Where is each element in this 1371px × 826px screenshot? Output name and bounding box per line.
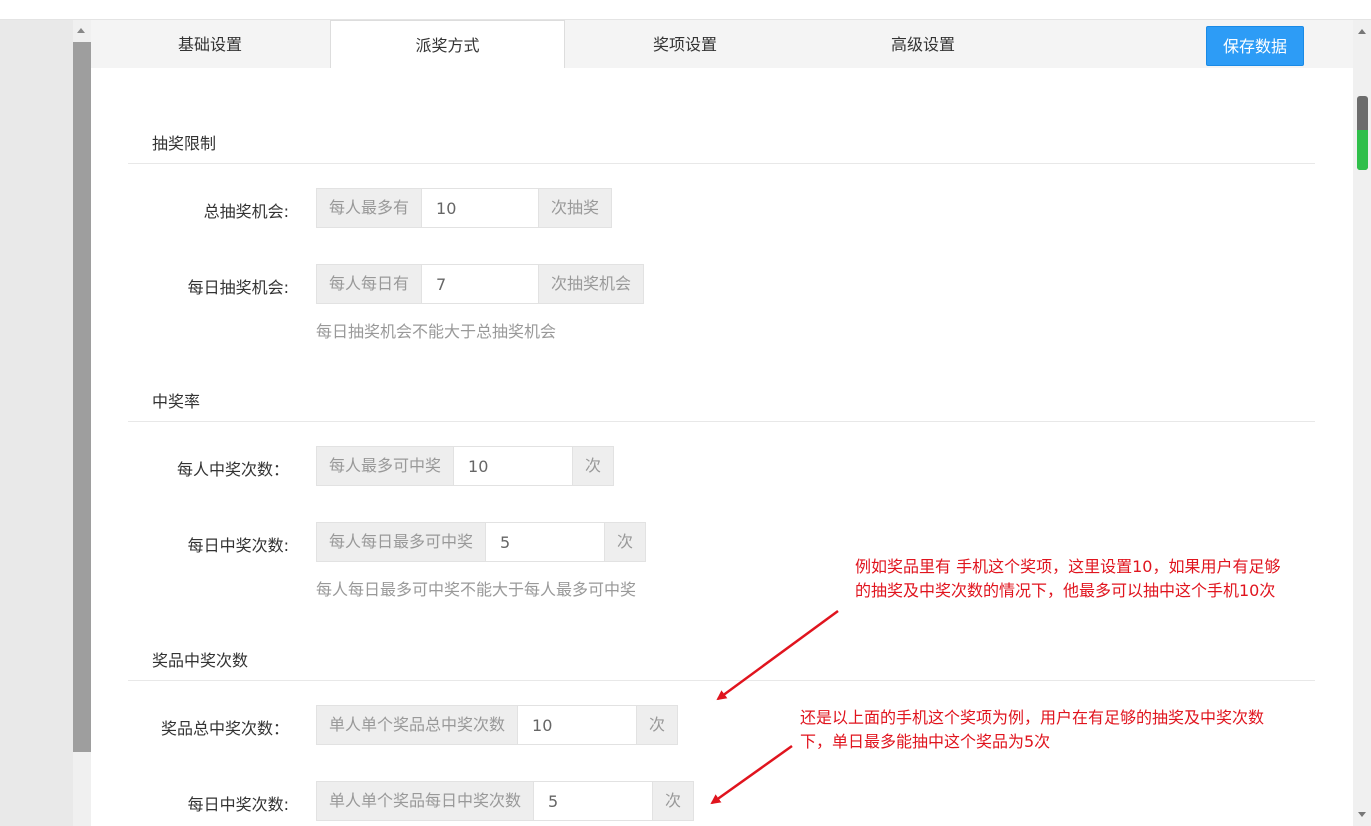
right-scrollbar-thumb[interactable] — [1357, 96, 1368, 170]
scroll-up-arrow-icon[interactable] — [1358, 29, 1366, 34]
per-person-win-suffix: 次 — [572, 447, 614, 485]
daily-win-group: 每人每日最多可中奖 次 — [316, 522, 647, 562]
annotation-note-1-line-2: 的抽奖及中奖次数的情况下，他最多可以抽中这个手机10次 — [855, 581, 1276, 600]
per-person-win-prefix: 每人最多可中奖 — [317, 447, 455, 485]
total-draw-group: 每人最多有 次抽奖 — [316, 188, 613, 228]
divider — [128, 680, 1315, 681]
prize-daily-win-suffix: 次 — [652, 782, 694, 820]
scroll-indicator — [1357, 130, 1368, 170]
annotation-note-1-line-1: 例如奖品里有 手机这个奖项，这里设置10，如果用户有足够 — [855, 557, 1281, 576]
per-person-win-label: 每人中奖次数： — [176, 460, 289, 479]
save-data-button[interactable]: 保存数据 — [1206, 26, 1304, 66]
prize-daily-win-group: 单人单个奖品每日中奖次数 次 — [316, 781, 695, 821]
per-person-win-group: 每人最多可中奖 次 — [316, 446, 615, 486]
daily-win-help: 每人每日最多可中奖不能大于每人最多可中奖 — [316, 580, 637, 599]
total-draw-input[interactable] — [422, 189, 539, 227]
scroll-down-arrow-icon[interactable] — [1358, 812, 1366, 817]
section-title-prize-win-count: 奖品中奖次数 — [152, 651, 249, 670]
tab-prize-distribution[interactable]: 派奖方式 — [330, 20, 565, 68]
annotation-note-2-line-1: 还是以上面的手机这个奖项为例，用户在有足够的抽奖及中奖次数 — [800, 708, 1265, 727]
annotation-note-2: 还是以上面的手机这个奖项为例，用户在有足够的抽奖及中奖次数 下，单日最多能抽中这… — [800, 706, 1264, 754]
daily-draw-prefix: 每人每日有 — [317, 265, 423, 303]
prize-total-win-group: 单人单个奖品总中奖次数 次 — [316, 705, 679, 745]
daily-win-input[interactable] — [486, 523, 605, 561]
prize-total-win-label: 奖品总中奖次数： — [160, 719, 289, 738]
section-title-draw-limit: 抽奖限制 — [152, 134, 217, 153]
daily-draw-input[interactable] — [422, 265, 539, 303]
scroll-up-arrow-icon[interactable] — [77, 28, 85, 33]
daily-win-label: 每日中奖次数: — [187, 536, 289, 555]
annotation-note-1: 例如奖品里有 手机这个奖项，这里设置10，如果用户有足够 的抽奖及中奖次数的情况… — [855, 555, 1280, 603]
daily-draw-group: 每人每日有 次抽奖机会 — [316, 264, 645, 304]
total-draw-suffix: 次抽奖 — [538, 189, 612, 227]
divider — [128, 421, 1315, 422]
per-person-win-input[interactable] — [454, 447, 573, 485]
tab-prize-settings[interactable]: 奖项设置 — [566, 20, 804, 68]
daily-win-suffix: 次 — [604, 523, 646, 561]
divider — [128, 163, 1315, 164]
prize-daily-win-input[interactable] — [534, 782, 653, 820]
total-draw-label: 总抽奖机会: — [203, 202, 289, 221]
total-draw-prefix: 每人最多有 — [317, 189, 423, 227]
left-scrollbar[interactable] — [73, 20, 91, 826]
tab-basic-settings[interactable]: 基础设置 — [91, 20, 329, 68]
right-scrollbar[interactable] — [1353, 20, 1371, 826]
prize-total-win-prefix: 单人单个奖品总中奖次数 — [317, 706, 519, 744]
daily-win-prefix: 每人每日最多可中奖 — [317, 523, 487, 561]
prize-daily-win-prefix: 单人单个奖品每日中奖次数 — [317, 782, 535, 820]
daily-draw-suffix: 次抽奖机会 — [538, 265, 644, 303]
daily-draw-label: 每日抽奖机会: — [187, 278, 289, 297]
tab-bar: 基础设置 派奖方式 奖项设置 高级设置 保存数据 — [91, 20, 1353, 68]
annotation-note-2-line-2: 下，单日最多能抽中这个奖品为5次 — [800, 732, 1051, 751]
left-panel — [0, 20, 73, 826]
tab-advanced-settings[interactable]: 高级设置 — [804, 20, 1042, 68]
prize-total-win-suffix: 次 — [636, 706, 678, 744]
top-strip — [0, 0, 1371, 20]
daily-draw-help: 每日抽奖机会不能大于总抽奖机会 — [316, 322, 557, 341]
section-title-win-rate: 中奖率 — [152, 392, 201, 411]
left-scrollbar-thumb[interactable] — [73, 42, 91, 752]
prize-total-win-input[interactable] — [518, 706, 637, 744]
prize-daily-win-label: 每日中奖次数: — [187, 795, 289, 814]
